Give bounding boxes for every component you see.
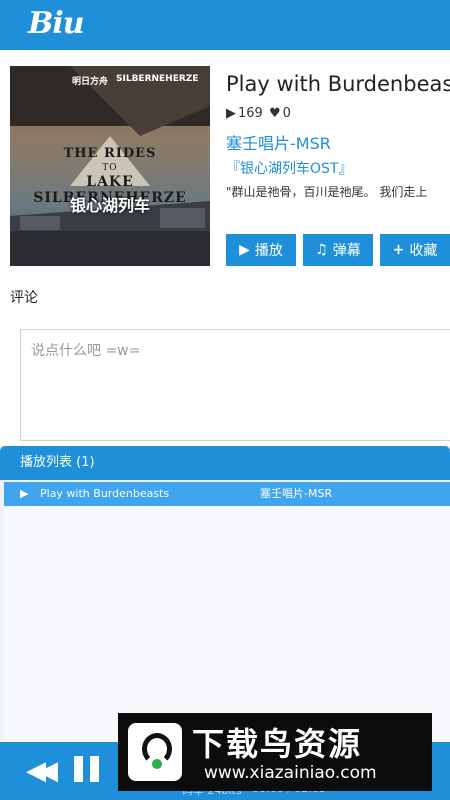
heart-icon: ♥ — [268, 106, 281, 121]
comment-input[interactable]: 说点什么吧 =w= — [20, 329, 450, 441]
playlist-header[interactable]: 播放列表 (1) — [0, 446, 450, 480]
song-stats: ▶ 169 ♥ 0 — [226, 106, 293, 121]
plus-icon: + — [392, 242, 405, 258]
comments-heading: 评论 — [10, 290, 38, 306]
playlist-empty-area — [4, 506, 450, 742]
favorite-button[interactable]: + 收藏 — [380, 234, 450, 266]
cover-badge-left: 明日方舟 — [72, 77, 109, 87]
app-logo[interactable]: Biu — [28, 6, 85, 41]
top-app-bar: Biu — [0, 0, 450, 50]
song-description: "群山是祂骨，百川是祂尾。 我们走上 — [226, 185, 428, 199]
cover-line-4: 银心湖列车 — [69, 196, 150, 215]
playlist-row-artist: 塞壬唱片-MSR — [260, 487, 333, 500]
album-link[interactable]: 『银心湖列车OST』 — [226, 158, 352, 178]
watermark-logo-icon — [128, 723, 182, 781]
playlist-panel: 播放列表 (1) ▶ Play with Burdenbeasts 塞壬唱片-M… — [0, 446, 450, 742]
favorite-button-label: 收藏 — [409, 243, 438, 259]
like-count: 0 — [282, 106, 291, 121]
play-count: 169 — [238, 106, 263, 121]
artist-link[interactable]: 塞壬唱片-MSR — [226, 130, 331, 154]
cover-badge-right: SILBERNEHERZE — [116, 74, 199, 84]
play-icon: ▶ — [239, 242, 250, 258]
playlist-row[interactable]: ▶ Play with Burdenbeasts 塞壬唱片-MSR — [4, 482, 450, 506]
play-count-icon: ▶ — [226, 106, 236, 121]
album-cover[interactable]: 明日方舟 SILBERNEHERZE THE RIDES TO LAKE SIL… — [10, 66, 210, 266]
watermark-url: www.xiazainiao.com — [204, 763, 377, 783]
danmaku-button[interactable]: ♫ 弹幕 — [303, 234, 373, 266]
playlist-row-title: Play with Burdenbeasts — [40, 487, 170, 500]
play-button[interactable]: ▶ 播放 — [226, 234, 296, 266]
music-note-icon: ♫ — [315, 242, 328, 258]
watermark-name: 下载鸟资源 — [192, 725, 363, 763]
play-button-label: 播放 — [254, 243, 283, 259]
cover-line-2: TO — [102, 163, 118, 173]
previous-icon[interactable]: ◀◀ — [26, 756, 58, 786]
song-title: Play with Burdenbeasts — [226, 72, 450, 96]
pause-icon[interactable] — [74, 756, 102, 782]
cover-line-1: THE RIDES — [63, 146, 157, 161]
danmaku-button-label: 弹幕 — [332, 243, 361, 259]
watermark-banner: 下载鸟资源 www.xiazainiao.com — [118, 713, 432, 791]
now-playing-icon: ▶ — [20, 487, 29, 500]
